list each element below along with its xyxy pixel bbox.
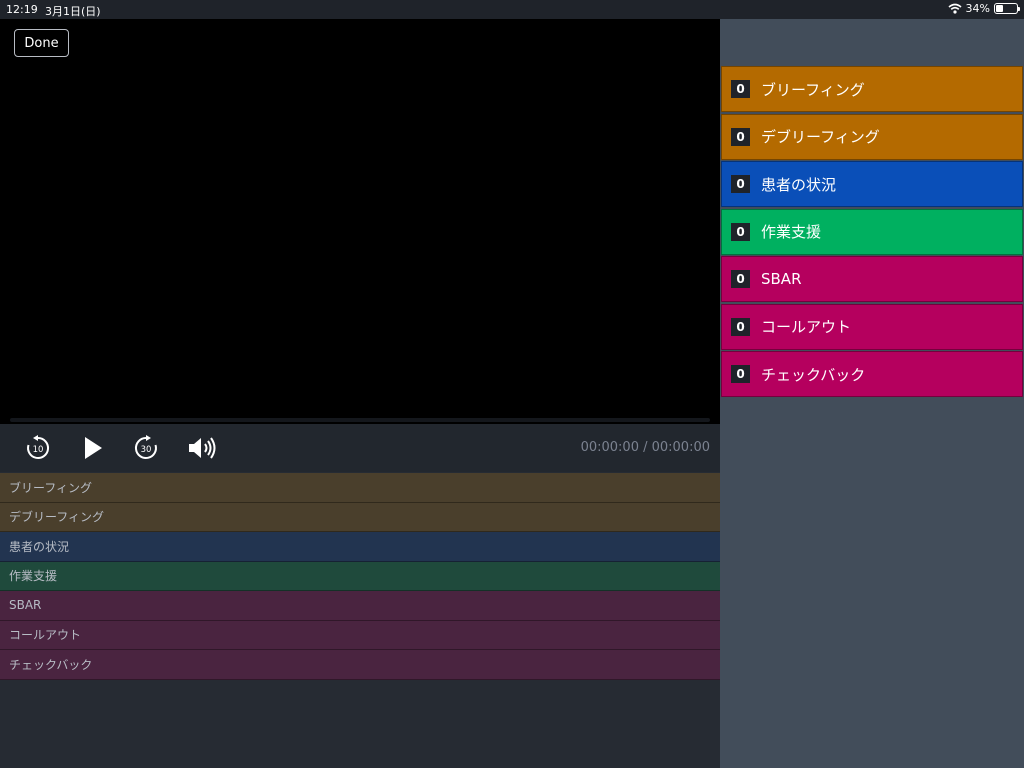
tag-row[interactable]: コールアウト	[0, 620, 720, 650]
tag-row[interactable]: 患者の状況	[0, 532, 720, 562]
side-panel: 0 ブリーフィング 0 デブリーフィング 0 患者の状況 0 作業支援 0 SBAR 0 コールアウト…	[720, 19, 1024, 768]
tag-row[interactable]: ブリーフィング	[0, 473, 720, 503]
forward-30-icon[interactable]: 30	[130, 432, 162, 464]
tag-row[interactable]: チェックバック	[0, 650, 720, 680]
tag-button[interactable]: 0 作業支援	[721, 208, 1023, 255]
tag-row[interactable]: SBAR	[0, 591, 720, 621]
count-badge: 0	[731, 127, 750, 146]
svg-text:10: 10	[33, 445, 44, 455]
tag-button-label: デブリーフィング	[761, 128, 880, 146]
status-time: 12:19	[6, 3, 38, 16]
tag-button[interactable]: 0 SBAR	[721, 256, 1023, 302]
tag-button-label: 作業支援	[761, 223, 822, 241]
rewind-10-icon[interactable]: 10	[22, 432, 54, 464]
status-date: 3月1日(日)	[45, 5, 101, 18]
tag-button-label: チェックバック	[761, 365, 866, 384]
done-button[interactable]: Done	[14, 29, 69, 57]
tag-button-list: 0 ブリーフィング 0 デブリーフィング 0 患者の状況 0 作業支援 0 SBAR 0 コールアウト…	[721, 66, 1023, 399]
progress-bar[interactable]	[10, 418, 710, 422]
tag-button-label: ブリーフィング	[761, 80, 865, 99]
status-indicators: 34%	[948, 2, 1020, 15]
count-badge: 0	[731, 175, 750, 193]
count-badge: 0	[731, 222, 750, 241]
time-readout: 00:00:00 / 00:00:00	[580, 440, 710, 455]
battery-percent: 34%	[965, 2, 990, 15]
tag-button-label: SBAR	[761, 270, 802, 288]
player-controls: 10 30 00:00:00 / 00:00:00	[0, 424, 720, 472]
tag-button-label: 患者の状況	[761, 175, 837, 194]
battery-level	[996, 5, 1003, 12]
battery-icon	[994, 3, 1020, 14]
tag-button[interactable]: 0 患者の状況	[721, 161, 1023, 207]
volume-icon[interactable]	[187, 432, 219, 464]
tag-button[interactable]: 0 デブリーフィング	[721, 113, 1023, 160]
status-bar: 12:19 3月1日(日) 34%	[0, 0, 1024, 19]
count-badge: 0	[731, 365, 750, 383]
tag-timeline: ブリーフィング デブリーフィング 患者の状況 作業支援 SBAR コールアウト チェックバッ…	[0, 473, 720, 680]
svg-text:30: 30	[141, 445, 152, 455]
count-badge: 0	[731, 317, 750, 336]
count-badge: 0	[731, 270, 750, 288]
count-badge: 0	[731, 80, 750, 98]
tag-button[interactable]: 0 コールアウト	[721, 303, 1023, 350]
video-player[interactable]: Done	[0, 19, 720, 424]
tag-row[interactable]: 作業支援	[0, 561, 720, 591]
tag-row[interactable]: デブリーフィング	[0, 502, 720, 532]
wifi-icon	[948, 3, 962, 14]
tag-button-label: コールアウト	[761, 318, 852, 336]
tag-button[interactable]: 0 ブリーフィング	[721, 66, 1023, 112]
play-icon[interactable]	[76, 432, 108, 464]
tag-button[interactable]: 0 チェックバック	[721, 351, 1023, 397]
